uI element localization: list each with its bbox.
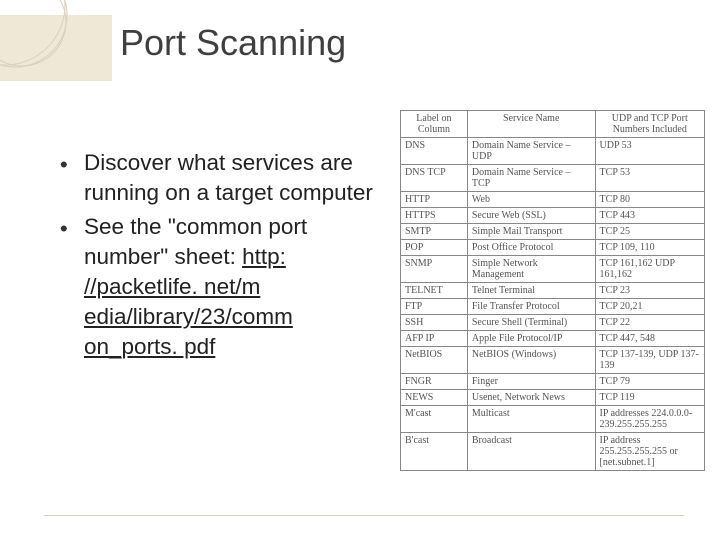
table-cell: Domain Name Service – TCP — [467, 165, 595, 192]
table-cell: TCP 79 — [595, 374, 704, 390]
bullet-item: • See the "common port number" sheet: ht… — [60, 212, 380, 362]
table-cell: UDP 53 — [595, 138, 704, 165]
table-cell: Post Office Protocol — [467, 240, 595, 256]
table-header-row: Label on Column Service Name UDP and TCP… — [401, 111, 705, 138]
table-cell: TCP 161,162 UDP 161,162 — [595, 256, 704, 283]
table-cell: TCP 80 — [595, 192, 704, 208]
table-row: HTTPSSecure Web (SSL)TCP 443 — [401, 208, 705, 224]
table-cell: Telnet Terminal — [467, 283, 595, 299]
table-cell: POP — [401, 240, 468, 256]
table-cell: HTTP — [401, 192, 468, 208]
table-row: TELNETTelnet TerminalTCP 23 — [401, 283, 705, 299]
table-cell: SMTP — [401, 224, 468, 240]
table-cell: Secure Shell (Terminal) — [467, 315, 595, 331]
table-cell: TCP 443 — [595, 208, 704, 224]
bullet-text: Discover what services are running on a … — [84, 148, 380, 208]
table-row: FTPFile Transfer ProtocolTCP 20,21 — [401, 299, 705, 315]
table-cell: Broadcast — [467, 433, 595, 471]
table-cell: M'cast — [401, 406, 468, 433]
ports-table: Label on Column Service Name UDP and TCP… — [400, 110, 705, 471]
table-cell: AFP IP — [401, 331, 468, 347]
table-row: DNS TCPDomain Name Service – TCPTCP 53 — [401, 165, 705, 192]
table-cell: NetBIOS — [401, 347, 468, 374]
table-cell: File Transfer Protocol — [467, 299, 595, 315]
table-header: Label on Column — [401, 111, 468, 138]
table-cell: Simple Network Management — [467, 256, 595, 283]
footer-divider — [44, 515, 684, 516]
table-cell: FTP — [401, 299, 468, 315]
table-cell: Domain Name Service – UDP — [467, 138, 595, 165]
table-cell: SSH — [401, 315, 468, 331]
table-cell: TCP 23 — [595, 283, 704, 299]
table-cell: TCP 53 — [595, 165, 704, 192]
table-cell: TCP 20,21 — [595, 299, 704, 315]
table-header: UDP and TCP Port Numbers Included — [595, 111, 704, 138]
table-cell: Web — [467, 192, 595, 208]
bullet-list: • Discover what services are running on … — [60, 148, 380, 366]
table-cell: Secure Web (SSL) — [467, 208, 595, 224]
table-row: AFP IPApple File Protocol/IPTCP 447, 548 — [401, 331, 705, 347]
table-row: M'castMulticastIP addresses 224.0.0.0-23… — [401, 406, 705, 433]
table-cell: TCP 447, 548 — [595, 331, 704, 347]
table-row: B'castBroadcastIP address 255.255.255.25… — [401, 433, 705, 471]
decorative-beige-box — [0, 15, 112, 81]
table-row: SNMPSimple Network ManagementTCP 161,162… — [401, 256, 705, 283]
table-cell: TCP 22 — [595, 315, 704, 331]
table-row: NEWSUsenet, Network NewsTCP 119 — [401, 390, 705, 406]
table-cell: Usenet, Network News — [467, 390, 595, 406]
table-cell: NEWS — [401, 390, 468, 406]
table-cell: Apple File Protocol/IP — [467, 331, 595, 347]
bullet-dot-icon: • — [60, 212, 84, 244]
table-cell: TCP 25 — [595, 224, 704, 240]
table-cell: B'cast — [401, 433, 468, 471]
table-cell: NetBIOS (Windows) — [467, 347, 595, 374]
bullet-text: See the "common port number" sheet: http… — [84, 212, 380, 362]
table-cell: FNGR — [401, 374, 468, 390]
bullet-dot-icon: • — [60, 148, 84, 180]
table-cell: HTTPS — [401, 208, 468, 224]
table-cell: TELNET — [401, 283, 468, 299]
table-cell: Multicast — [467, 406, 595, 433]
table-row: SSHSecure Shell (Terminal)TCP 22 — [401, 315, 705, 331]
table-row: DNSDomain Name Service – UDPUDP 53 — [401, 138, 705, 165]
table-cell: TCP 119 — [595, 390, 704, 406]
table-cell: Simple Mail Transport — [467, 224, 595, 240]
ports-table-container: Label on Column Service Name UDP and TCP… — [400, 110, 705, 471]
table-cell: TCP 137-139, UDP 137-139 — [595, 347, 704, 374]
table-row: FNGRFingerTCP 79 — [401, 374, 705, 390]
bullet-item: • Discover what services are running on … — [60, 148, 380, 208]
table-row: NetBIOSNetBIOS (Windows)TCP 137-139, UDP… — [401, 347, 705, 374]
table-header: Service Name — [467, 111, 595, 138]
table-cell: IP address 255.255.255.255 or [net.subne… — [595, 433, 704, 471]
table-row: SMTPSimple Mail TransportTCP 25 — [401, 224, 705, 240]
table-cell: Finger — [467, 374, 595, 390]
table-cell: TCP 109, 110 — [595, 240, 704, 256]
table-cell: DNS — [401, 138, 468, 165]
table-cell: DNS TCP — [401, 165, 468, 192]
table-cell: SNMP — [401, 256, 468, 283]
table-row: HTTPWebTCP 80 — [401, 192, 705, 208]
table-cell: IP addresses 224.0.0.0-239.255.255.255 — [595, 406, 704, 433]
table-row: POPPost Office ProtocolTCP 109, 110 — [401, 240, 705, 256]
slide-title: Port Scanning — [120, 22, 346, 64]
